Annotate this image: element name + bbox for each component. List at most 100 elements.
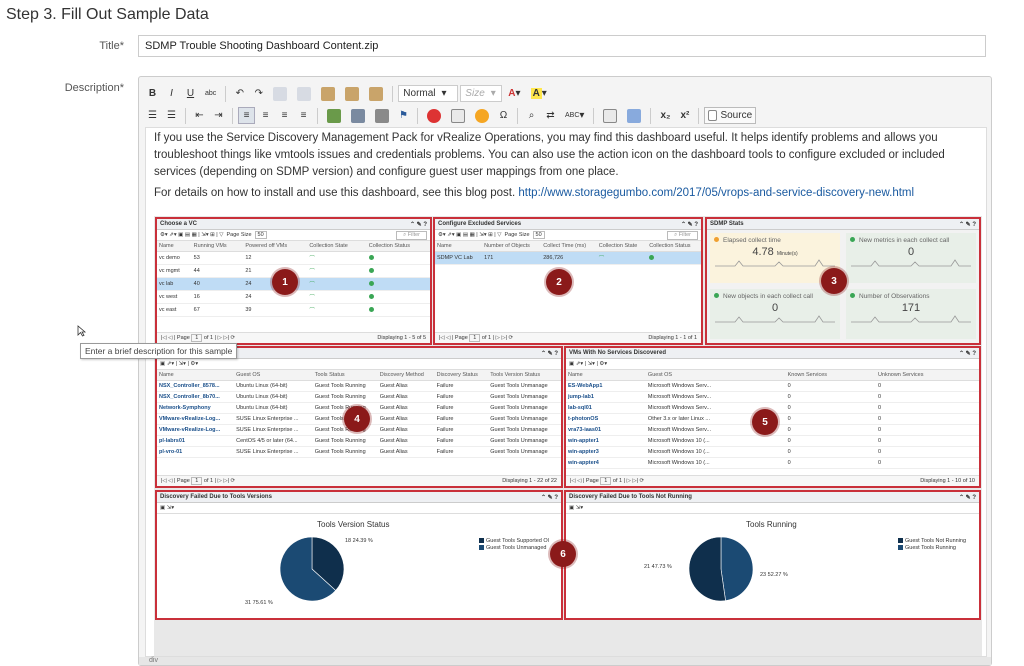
- size-select[interactable]: Size ▾: [460, 85, 503, 102]
- special-char-button[interactable]: Ω: [495, 107, 512, 124]
- column-header[interactable]: Tools Status: [312, 370, 378, 381]
- page-number-input[interactable]: 1: [469, 334, 481, 342]
- table-row[interactable]: win-appter3 Microsoft Windows 10 (... 0 0: [566, 446, 979, 458]
- column-header[interactable]: Collection State: [596, 241, 648, 252]
- column-header[interactable]: Tools Version Status: [488, 370, 561, 381]
- column-header[interactable]: Collection Status: [366, 241, 430, 252]
- page-number-input[interactable]: 1: [191, 334, 203, 342]
- column-header[interactable]: Powered off VMs: [243, 241, 308, 252]
- legend-swatch: [479, 545, 484, 551]
- column-header[interactable]: Discovery Method: [377, 370, 435, 381]
- table-cell: Guest Alias: [377, 380, 435, 392]
- strikethrough-button[interactable]: abc: [201, 85, 221, 102]
- numbered-list-button[interactable]: ☰: [144, 107, 161, 124]
- unlink-button[interactable]: [371, 107, 393, 124]
- pagination-controls[interactable]: |◁ ◁ | Page 1 of 1 | ▷ ▷| ⟳: [439, 334, 513, 342]
- format-select[interactable]: Normal ▾: [398, 85, 459, 102]
- rich-text-editor[interactable]: B I U abc ↶ ↷ Normal ▾ Size ▾ A ▾ A ▾ ☰ ☰ ⇤ …: [138, 76, 992, 666]
- superscript-button[interactable]: x²: [676, 107, 694, 124]
- smiley-button[interactable]: [471, 107, 493, 124]
- table-cell: vra73-iaas01: [566, 424, 646, 436]
- align-justify-button[interactable]: ≡: [295, 107, 312, 124]
- flag-icon: ⚑: [399, 110, 408, 121]
- column-header[interactable]: Collect Time (ms): [541, 241, 597, 252]
- column-header[interactable]: Collection Status: [647, 241, 701, 252]
- italic-button[interactable]: I: [163, 85, 180, 102]
- spellcheck-button[interactable]: ABC ▾: [561, 107, 589, 124]
- background-color-button[interactable]: A ▾: [526, 85, 551, 102]
- pie-slice[interactable]: [688, 536, 726, 602]
- page-size-select[interactable]: 50: [254, 231, 267, 239]
- align-right-button[interactable]: ≡: [276, 107, 293, 124]
- pagination-controls[interactable]: |◁ ◁ | Page 1 of 1 | ▷ ▷| ⟳: [161, 334, 235, 342]
- table-row[interactable]: win-appter4 Microsoft Windows 10 (... 0 0: [566, 457, 979, 469]
- align-left-button[interactable]: ≡: [238, 107, 255, 124]
- table-row[interactable]: NSX_Controller_8578... Ubuntu Linux (64-b…: [157, 380, 561, 392]
- table-row[interactable]: jump-lab1 Microsoft Windows Serv... 0 0: [566, 391, 979, 403]
- column-header[interactable]: Name: [435, 241, 483, 252]
- table-row[interactable]: vc west 16 24 ⌒: [157, 290, 430, 304]
- indent-button[interactable]: ⇥: [210, 107, 227, 124]
- pie-slice[interactable]: [720, 536, 754, 602]
- column-header[interactable]: Guest OS: [645, 370, 786, 381]
- paste-word-button[interactable]: [365, 85, 388, 102]
- bold-button[interactable]: B: [144, 85, 161, 102]
- filter-input[interactable]: ⌕ Filter: [396, 230, 427, 240]
- source-button[interactable]: Source: [704, 107, 757, 124]
- replace-button[interactable]: ⇄: [542, 107, 559, 124]
- select-all-button[interactable]: [599, 107, 622, 124]
- find-button[interactable]: ⌕: [523, 107, 540, 124]
- callout-badge: 3: [821, 268, 847, 294]
- column-header[interactable]: Running VMs: [191, 241, 244, 252]
- table-cell: Network-Symphony: [157, 402, 235, 414]
- table-row[interactable]: SDMP VC Lab 171 286,726 ⌒: [435, 251, 701, 265]
- blog-post-link[interactable]: http://www.storagegumbo.com/2017/05/vrop…: [518, 187, 914, 199]
- table-row[interactable]: ES-WebApp1 Microsoft Windows Serv... 0 0: [566, 380, 979, 392]
- table-row[interactable]: vc demo 53 12 ⌒: [157, 251, 430, 265]
- underline-button[interactable]: U: [182, 85, 199, 102]
- page-number-input[interactable]: 1: [600, 477, 612, 485]
- pagination-controls[interactable]: |◁ ◁ | Page 1 of 1 | ▷ ▷| ⟳: [570, 477, 644, 485]
- column-header[interactable]: Known Services: [785, 370, 876, 381]
- failed-tools-not-running-panel: Discovery Failed Due to Tools Not Runnin…: [564, 490, 981, 620]
- copy-button[interactable]: [293, 85, 316, 102]
- column-header[interactable]: Number of Objects: [482, 241, 542, 252]
- table-row[interactable]: NSX_Controller_8b70... Ubuntu Linux (64-b…: [157, 391, 561, 403]
- anchor-button[interactable]: ⚑: [395, 107, 412, 124]
- table-button[interactable]: [447, 107, 469, 124]
- table-cell: 40: [191, 277, 244, 291]
- subscript-button[interactable]: x₂: [656, 107, 675, 124]
- remove-format-button[interactable]: [623, 107, 646, 124]
- column-header[interactable]: Collection State: [307, 241, 367, 252]
- image-button[interactable]: [323, 107, 345, 124]
- outdent-button[interactable]: ⇤: [191, 107, 208, 124]
- column-header[interactable]: Name: [157, 370, 235, 381]
- page-size-select[interactable]: 50: [532, 231, 545, 239]
- column-header[interactable]: Unknown Services: [875, 370, 979, 381]
- paste-text-button[interactable]: [341, 85, 364, 102]
- cut-button[interactable]: [269, 85, 292, 102]
- table-row[interactable]: win-appter1 Microsoft Windows 10 (... 0 0: [566, 435, 979, 447]
- align-center-button[interactable]: ≡: [257, 107, 274, 124]
- page-number-input[interactable]: 1: [191, 477, 203, 485]
- pagination-controls[interactable]: |◁ ◁ | Page 1 of 1 | ▷ ▷| ⟳: [161, 477, 235, 485]
- column-header[interactable]: Name: [157, 241, 192, 252]
- paste-button[interactable]: [317, 85, 340, 102]
- title-input[interactable]: [138, 35, 986, 57]
- failed-tools-versions-panel: Discovery Failed Due to Tools Versions ⌃ …: [155, 490, 563, 620]
- table-row[interactable]: vc east 67 39 ⌒: [157, 303, 430, 317]
- editor-content[interactable]: If you use the Service Discovery Managem…: [145, 127, 987, 657]
- column-header[interactable]: Guest OS: [234, 370, 313, 381]
- column-header[interactable]: Name: [566, 370, 646, 381]
- text-color-button[interactable]: A ▾: [504, 85, 525, 102]
- column-header[interactable]: Discovery Status: [434, 370, 489, 381]
- filter-input[interactable]: ⌕ Filter: [667, 230, 698, 240]
- table-row[interactable]: pl-labrs01 CentOS 4/5 or later (64... Gues…: [157, 435, 561, 447]
- flash-button[interactable]: [423, 107, 445, 124]
- bulleted-list-button[interactable]: ☰: [163, 107, 180, 124]
- table-row[interactable]: pl-vro-01 SUSE Linux Enterprise ... Guest …: [157, 446, 561, 458]
- redo-button[interactable]: ↷: [250, 85, 268, 102]
- table-cell: Guest Alias: [377, 446, 435, 458]
- undo-button[interactable]: ↶: [231, 85, 249, 102]
- link-button[interactable]: [347, 107, 369, 124]
